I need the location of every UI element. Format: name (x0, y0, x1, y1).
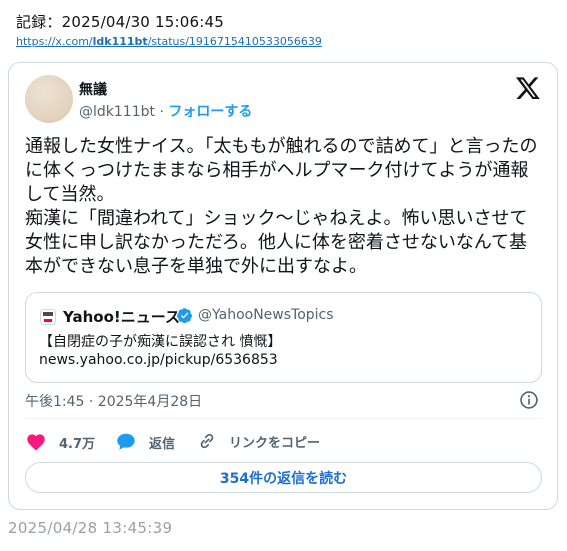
avatar[interactable] (25, 75, 73, 123)
record-url-prefix: https://x.com/ (16, 35, 93, 48)
footer-date: 2025/04/28 13:45:39 (8, 519, 173, 537)
verified-badge-icon (177, 308, 193, 324)
tweet-card: 無議 @ldk111bt · フォローする 通報した女性ナイス。「太ももが触れる… (8, 62, 558, 510)
like-button[interactable]: 4.7万 (25, 431, 95, 453)
copy-link-button[interactable]: リンクをコピー (197, 431, 320, 451)
record-url-handle: ldk111bt (92, 35, 148, 48)
quote-source-name: Yahoo!ニュース (63, 308, 180, 326)
reply-button[interactable]: 返信 (115, 431, 175, 453)
link-icon (200, 433, 214, 449)
record-timestamp: 記録：2025/04/30 15:06:45 (16, 13, 224, 31)
author-handle[interactable]: @ldk111bt (79, 104, 155, 120)
quote-source-handle: @YahooNewsTopics (198, 307, 334, 323)
quote-link[interactable]: news.yahoo.co.jp/pickup/6536853 (39, 352, 278, 368)
info-icon[interactable] (519, 390, 539, 410)
divider (25, 418, 542, 419)
quote-card[interactable]: Yahoo!ニュース @YahooNewsTopics 【自閉症の子が痴漢に誤認… (25, 292, 542, 383)
x-logo-icon[interactable] (515, 75, 541, 101)
author-name[interactable]: 無議 (79, 79, 107, 99)
quote-title: 【自閉症の子が痴漢に誤認され 憤慨】 (39, 334, 282, 350)
action-bar: 4.7万 返信 リンクをコピー (25, 431, 542, 453)
record-url-suffix: /status/1916715410533056639 (147, 35, 322, 48)
yahoo-news-logo-icon (40, 309, 56, 325)
tweet-timestamp[interactable]: 午後1:45 · 2025年4月28日 (25, 391, 202, 411)
meta-separator: · (159, 104, 164, 120)
speech-bubble-icon (117, 433, 135, 450)
copy-link-label: リンクをコピー (229, 435, 321, 451)
like-count: 4.7万 (59, 436, 96, 452)
heart-icon (27, 434, 45, 451)
reply-label: 返信 (149, 436, 176, 452)
record-url-link[interactable]: https://x.com/ldk111bt/status/1916715410… (16, 35, 322, 48)
follow-button[interactable]: フォローする (168, 104, 252, 120)
read-replies-button[interactable]: 354件の返信を読む (25, 462, 542, 493)
author-meta: @ldk111bt · フォローする (79, 101, 252, 121)
tweet-text: 通報した女性ナイス。「太ももが触れるので詰めて」と言ったのに体くっつけたままなら… (25, 136, 538, 277)
